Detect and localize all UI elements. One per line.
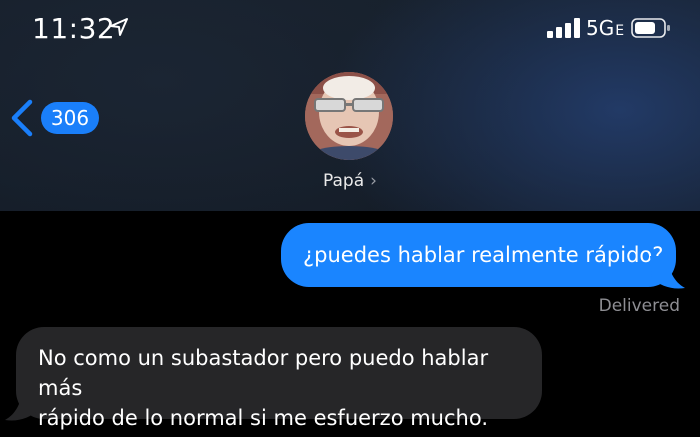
contact-avatar[interactable] (305, 72, 393, 160)
delivery-status: Delivered (598, 296, 680, 316)
incoming-message-line: rápido de lo normal si me esfuerzo mucho… (38, 406, 489, 430)
back-chevron-icon (11, 99, 33, 137)
network-indicator: 5GE (586, 16, 624, 40)
contact-name: Papá (323, 171, 365, 191)
unread-count-badge: 306 (41, 102, 99, 134)
incoming-message-line: No como un subastador pero puedo hablar … (38, 346, 489, 400)
status-time: 11:32 (32, 12, 116, 45)
battery-icon (631, 18, 670, 38)
avatar-portrait (305, 72, 393, 160)
signal-bars-icon (547, 18, 580, 38)
outgoing-bubble-tail (650, 256, 685, 289)
location-arrow-icon (110, 18, 128, 36)
contact-name-button[interactable]: Papá › (0, 171, 700, 191)
incoming-message-bubble[interactable]: No como un subastador pero puedo hablar … (16, 327, 542, 430)
back-button[interactable]: 306 (8, 98, 99, 138)
conversation-header: 11:32 5GE 306 Papá › (0, 0, 700, 211)
contact-chevron-icon: › (370, 171, 377, 191)
outgoing-message-bubble[interactable]: ¿puedes hablar realmente rápido? (281, 223, 676, 287)
network-suffix: E (615, 23, 625, 39)
network-type: 5G (586, 16, 615, 40)
outgoing-message-text: ¿puedes hablar realmente rápido? (303, 243, 664, 267)
incoming-bubble-tail (5, 388, 40, 421)
